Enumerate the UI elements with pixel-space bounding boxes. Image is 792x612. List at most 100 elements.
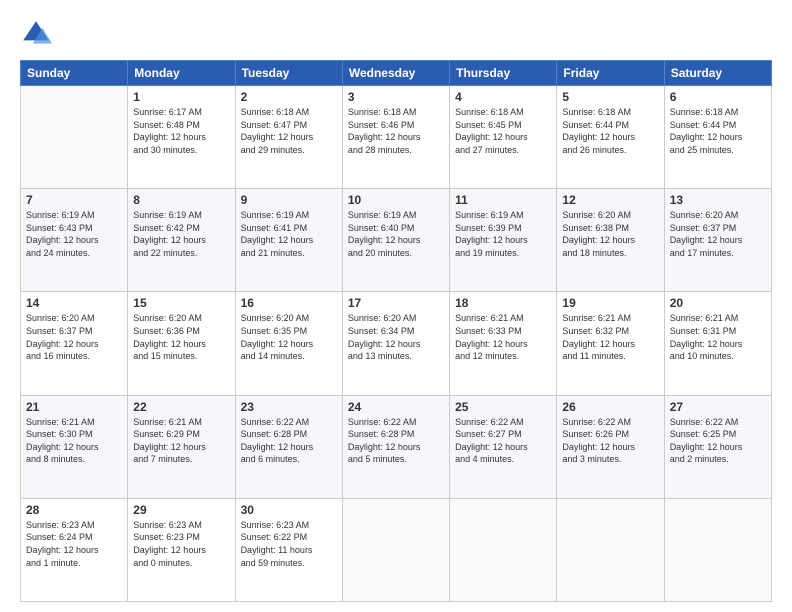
calendar-cell <box>342 498 449 601</box>
day-info: Sunrise: 6:20 AM Sunset: 6:36 PM Dayligh… <box>133 312 229 362</box>
day-info: Sunrise: 6:21 AM Sunset: 6:31 PM Dayligh… <box>670 312 766 362</box>
calendar-cell: 14 Sunrise: 6:20 AM Sunset: 6:37 PM Dayli… <box>21 292 128 395</box>
calendar-cell <box>557 498 664 601</box>
calendar-cell: 10Sunrise: 6:19 AM Sunset: 6:40 PM Dayli… <box>342 189 449 292</box>
day-number: 12 <box>562 193 658 207</box>
logo-icon <box>20 18 52 50</box>
day-info: Sunrise: 6:20 AM Sunset: 6:35 PM Dayligh… <box>241 312 337 362</box>
calendar-cell: 29 Sunrise: 6:23 AM Sunset: 6:23 PM Dayli… <box>128 498 235 601</box>
calendar-cell: 22 Sunrise: 6:21 AM Sunset: 6:29 PM Dayli… <box>128 395 235 498</box>
day-number: 4 <box>455 90 551 104</box>
calendar-cell <box>21 86 128 189</box>
calendar-cell: 18 Sunrise: 6:21 AM Sunset: 6:33 PM Dayli… <box>450 292 557 395</box>
day-info: Sunrise: 6:18 AM Sunset: 6:46 PM Dayligh… <box>348 106 444 156</box>
day-number: 8 <box>133 193 229 207</box>
day-number: 1 <box>133 90 229 104</box>
weekday-header-tuesday: Tuesday <box>235 61 342 86</box>
day-info: Sunrise: 6:21 AM Sunset: 6:32 PM Dayligh… <box>562 312 658 362</box>
day-number: 9 <box>241 193 337 207</box>
day-number: 25 <box>455 400 551 414</box>
week-row-5: 28 Sunrise: 6:23 AM Sunset: 6:24 PM Dayli… <box>21 498 772 601</box>
day-number: 7 <box>26 193 122 207</box>
week-row-1: 1 Sunrise: 6:17 AM Sunset: 6:48 PM Daylig… <box>21 86 772 189</box>
day-number: 16 <box>241 296 337 310</box>
day-info: Sunrise: 6:21 AM Sunset: 6:29 PM Dayligh… <box>133 416 229 466</box>
calendar-table: SundayMondayTuesdayWednesdayThursdayFrid… <box>20 60 772 602</box>
calendar-cell: 6 Sunrise: 6:18 AM Sunset: 6:44 PM Daylig… <box>664 86 771 189</box>
day-info: Sunrise: 6:20 AM Sunset: 6:38 PM Dayligh… <box>562 209 658 259</box>
calendar-cell: 27Sunrise: 6:22 AM Sunset: 6:25 PM Dayli… <box>664 395 771 498</box>
calendar-cell: 26Sunrise: 6:22 AM Sunset: 6:26 PM Dayli… <box>557 395 664 498</box>
day-number: 18 <box>455 296 551 310</box>
calendar-cell: 8Sunrise: 6:19 AM Sunset: 6:42 PM Daylig… <box>128 189 235 292</box>
calendar-cell: 16 Sunrise: 6:20 AM Sunset: 6:35 PM Dayli… <box>235 292 342 395</box>
day-info: Sunrise: 6:19 AM Sunset: 6:40 PM Dayligh… <box>348 209 444 259</box>
day-number: 17 <box>348 296 444 310</box>
day-info: Sunrise: 6:20 AM Sunset: 6:37 PM Dayligh… <box>26 312 122 362</box>
day-info: Sunrise: 6:19 AM Sunset: 6:39 PM Dayligh… <box>455 209 551 259</box>
calendar-cell: 19 Sunrise: 6:21 AM Sunset: 6:32 PM Dayli… <box>557 292 664 395</box>
calendar-cell: 3 Sunrise: 6:18 AM Sunset: 6:46 PM Daylig… <box>342 86 449 189</box>
day-number: 23 <box>241 400 337 414</box>
day-number: 22 <box>133 400 229 414</box>
calendar-cell: 17 Sunrise: 6:20 AM Sunset: 6:34 PM Dayli… <box>342 292 449 395</box>
day-info: Sunrise: 6:23 AM Sunset: 6:24 PM Dayligh… <box>26 519 122 569</box>
calendar-cell: 4 Sunrise: 6:18 AM Sunset: 6:45 PM Daylig… <box>450 86 557 189</box>
day-number: 6 <box>670 90 766 104</box>
calendar-cell: 28 Sunrise: 6:23 AM Sunset: 6:24 PM Dayli… <box>21 498 128 601</box>
week-row-4: 21 Sunrise: 6:21 AM Sunset: 6:30 PM Dayli… <box>21 395 772 498</box>
day-info: Sunrise: 6:23 AM Sunset: 6:23 PM Dayligh… <box>133 519 229 569</box>
day-info: Sunrise: 6:18 AM Sunset: 6:44 PM Dayligh… <box>670 106 766 156</box>
day-number: 20 <box>670 296 766 310</box>
header <box>20 18 772 50</box>
calendar-cell: 21 Sunrise: 6:21 AM Sunset: 6:30 PM Dayli… <box>21 395 128 498</box>
calendar-cell: 5 Sunrise: 6:18 AM Sunset: 6:44 PM Daylig… <box>557 86 664 189</box>
weekday-header-row: SundayMondayTuesdayWednesdayThursdayFrid… <box>21 61 772 86</box>
day-info: Sunrise: 6:22 AM Sunset: 6:26 PM Dayligh… <box>562 416 658 466</box>
calendar-cell: 9 Sunrise: 6:19 AM Sunset: 6:41 PM Daylig… <box>235 189 342 292</box>
calendar-cell: 15 Sunrise: 6:20 AM Sunset: 6:36 PM Dayli… <box>128 292 235 395</box>
calendar-cell: 7Sunrise: 6:19 AM Sunset: 6:43 PM Daylig… <box>21 189 128 292</box>
calendar-cell: 2Sunrise: 6:18 AM Sunset: 6:47 PM Daylig… <box>235 86 342 189</box>
calendar-cell: 12 Sunrise: 6:20 AM Sunset: 6:38 PM Dayli… <box>557 189 664 292</box>
day-info: Sunrise: 6:22 AM Sunset: 6:27 PM Dayligh… <box>455 416 551 466</box>
day-number: 13 <box>670 193 766 207</box>
week-row-2: 7Sunrise: 6:19 AM Sunset: 6:43 PM Daylig… <box>21 189 772 292</box>
weekday-header-sunday: Sunday <box>21 61 128 86</box>
day-number: 14 <box>26 296 122 310</box>
day-info: Sunrise: 6:23 AM Sunset: 6:22 PM Dayligh… <box>241 519 337 569</box>
weekday-header-friday: Friday <box>557 61 664 86</box>
day-info: Sunrise: 6:21 AM Sunset: 6:33 PM Dayligh… <box>455 312 551 362</box>
day-number: 24 <box>348 400 444 414</box>
day-info: Sunrise: 6:22 AM Sunset: 6:28 PM Dayligh… <box>241 416 337 466</box>
day-number: 19 <box>562 296 658 310</box>
calendar-cell: 11 Sunrise: 6:19 AM Sunset: 6:39 PM Dayli… <box>450 189 557 292</box>
day-number: 15 <box>133 296 229 310</box>
day-info: Sunrise: 6:17 AM Sunset: 6:48 PM Dayligh… <box>133 106 229 156</box>
day-info: Sunrise: 6:19 AM Sunset: 6:41 PM Dayligh… <box>241 209 337 259</box>
weekday-header-wednesday: Wednesday <box>342 61 449 86</box>
day-info: Sunrise: 6:18 AM Sunset: 6:47 PM Dayligh… <box>241 106 337 156</box>
calendar-cell: 20 Sunrise: 6:21 AM Sunset: 6:31 PM Dayli… <box>664 292 771 395</box>
weekday-header-saturday: Saturday <box>664 61 771 86</box>
day-info: Sunrise: 6:20 AM Sunset: 6:34 PM Dayligh… <box>348 312 444 362</box>
logo <box>20 18 56 50</box>
day-number: 5 <box>562 90 658 104</box>
calendar-cell: 24 Sunrise: 6:22 AM Sunset: 6:28 PM Dayli… <box>342 395 449 498</box>
day-info: Sunrise: 6:20 AM Sunset: 6:37 PM Dayligh… <box>670 209 766 259</box>
day-info: Sunrise: 6:21 AM Sunset: 6:30 PM Dayligh… <box>26 416 122 466</box>
calendar-cell <box>664 498 771 601</box>
weekday-header-monday: Monday <box>128 61 235 86</box>
day-number: 3 <box>348 90 444 104</box>
calendar-cell: 1 Sunrise: 6:17 AM Sunset: 6:48 PM Daylig… <box>128 86 235 189</box>
day-number: 29 <box>133 503 229 517</box>
day-number: 21 <box>26 400 122 414</box>
day-number: 28 <box>26 503 122 517</box>
day-info: Sunrise: 6:22 AM Sunset: 6:25 PM Dayligh… <box>670 416 766 466</box>
page: SundayMondayTuesdayWednesdayThursdayFrid… <box>0 0 792 612</box>
calendar-cell: 25 Sunrise: 6:22 AM Sunset: 6:27 PM Dayli… <box>450 395 557 498</box>
day-number: 11 <box>455 193 551 207</box>
day-info: Sunrise: 6:18 AM Sunset: 6:45 PM Dayligh… <box>455 106 551 156</box>
day-info: Sunrise: 6:18 AM Sunset: 6:44 PM Dayligh… <box>562 106 658 156</box>
day-info: Sunrise: 6:22 AM Sunset: 6:28 PM Dayligh… <box>348 416 444 466</box>
